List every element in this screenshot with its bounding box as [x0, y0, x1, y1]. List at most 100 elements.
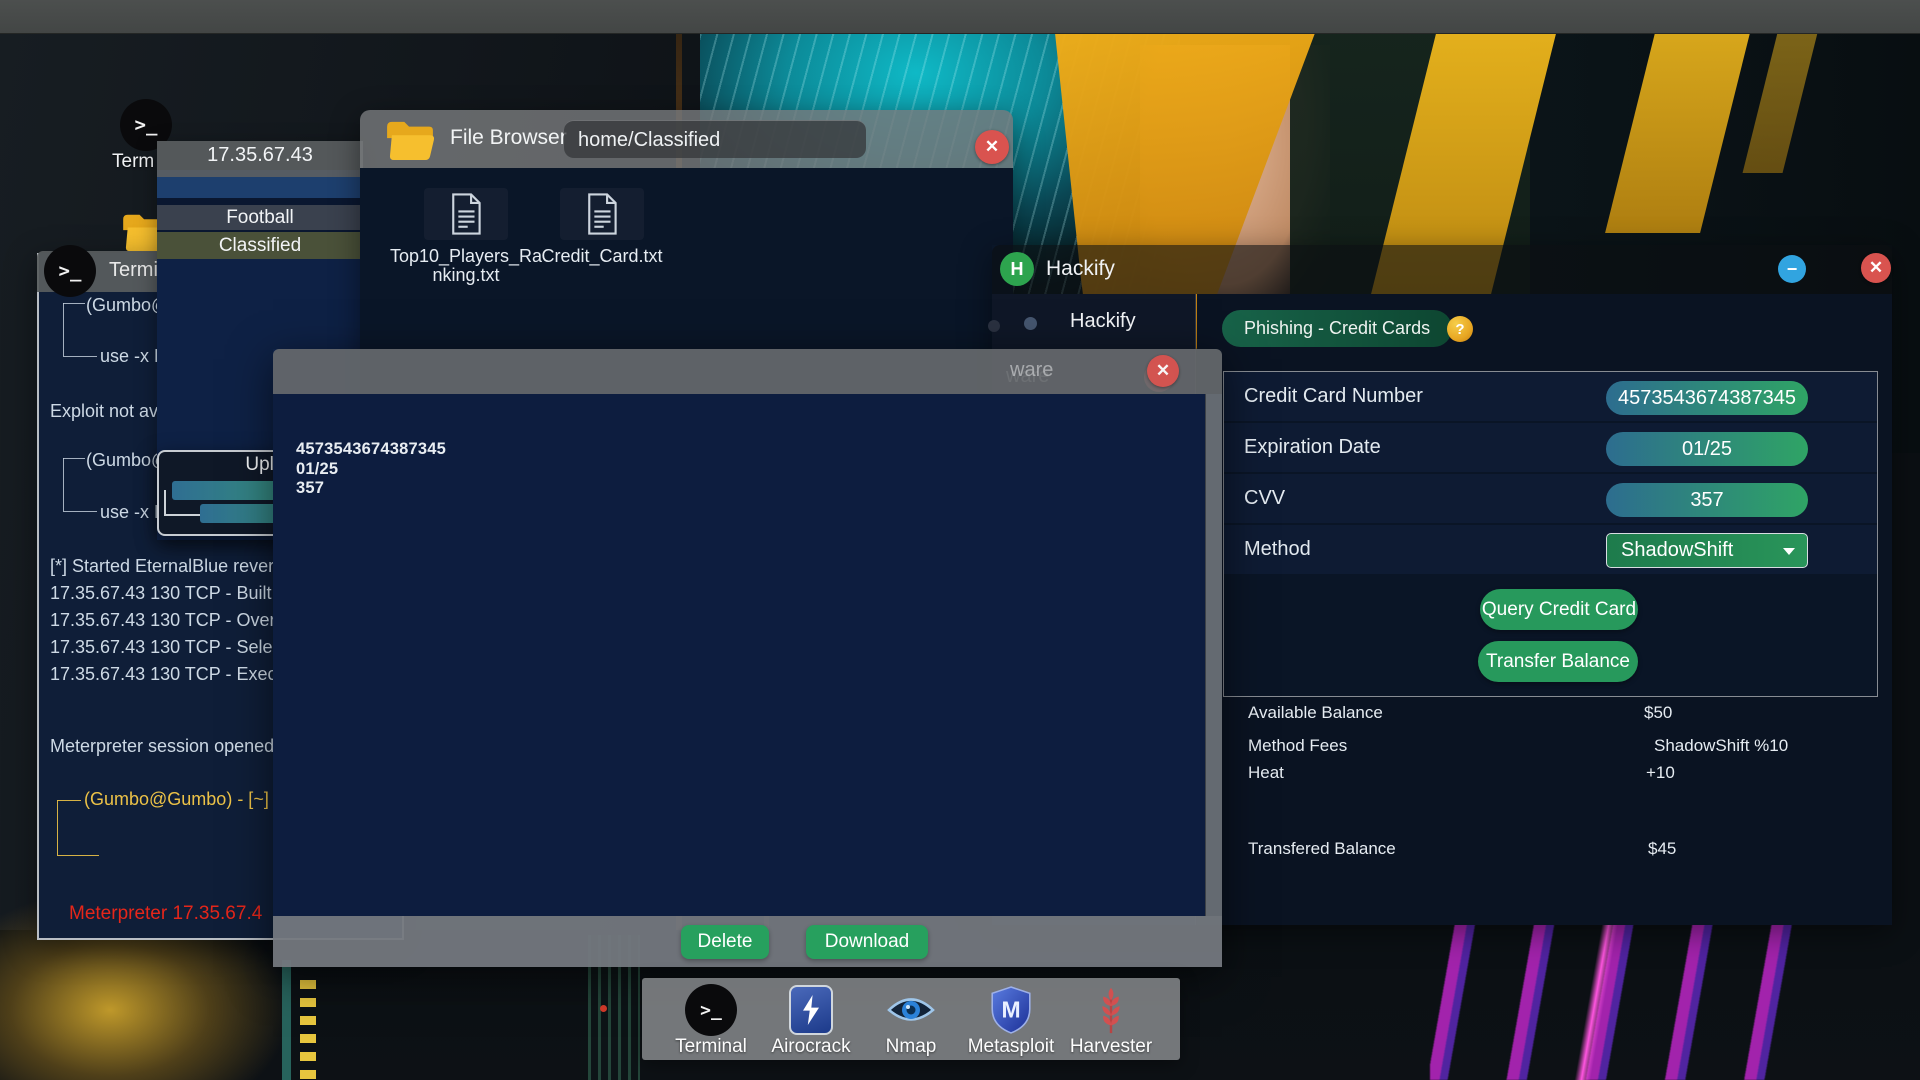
prompt-tree-line: [57, 800, 58, 855]
wallpaper-detail: [600, 1005, 607, 1012]
cvv-input[interactable]: 357: [1606, 483, 1808, 517]
nmap-eye-icon: [887, 998, 935, 1021]
remote-row-selected[interactable]: [157, 177, 363, 198]
taskbar-item-nmap[interactable]: Nmap: [861, 978, 961, 1060]
document-icon: [588, 193, 617, 235]
file-name-line: Credit_Card.txt: [541, 246, 663, 266]
path-input[interactable]: home/Classified: [564, 120, 866, 158]
svg-text:M: M: [1001, 996, 1020, 1022]
phishing-form-panel: Credit Card Number 4573543674387345 Expi…: [1223, 371, 1878, 697]
field-label: Credit Card Number: [1244, 385, 1423, 407]
document-icon: [452, 193, 481, 235]
info-value: +10: [1646, 763, 1675, 782]
sidebar-tab-hackify[interactable]: Hackify: [988, 300, 1196, 348]
terminal-output-line: Meterpreter session opened (: [50, 736, 286, 756]
app-letter: H: [1010, 258, 1024, 279]
wallpaper-detail: [300, 980, 316, 1080]
file-browser-title: File Browser: [450, 126, 567, 149]
top-menu-bar: [0, 0, 1920, 34]
background-window-title-fragment: ware: [1010, 359, 1054, 381]
file-name[interactable]: Credit_Card.txt: [524, 247, 680, 266]
expiration-input[interactable]: 01/25: [1606, 432, 1808, 466]
remote-folder-classified[interactable]: Classified: [157, 232, 363, 259]
prompt-tree-line: [63, 458, 85, 459]
terminal-icon: >_: [685, 984, 737, 1036]
terminal-output-line: 17.35.67.43 130 TCP - Execu: [50, 664, 287, 684]
terminal-glyph-icon: >_: [700, 999, 722, 1021]
method-dropdown[interactable]: ShadowShift: [1606, 533, 1808, 568]
taskbar-item-airocrack[interactable]: Airocrack: [761, 978, 861, 1060]
terminal-output-line: [*] Started EternalBlue revers: [50, 556, 284, 576]
panel-divider: [157, 198, 363, 205]
file-name-line: nking.txt: [432, 265, 500, 285]
section-pill-phishing: Phishing - Credit Cards: [1222, 310, 1453, 347]
taskbar-item-metasploit[interactable]: M Metasploit: [961, 978, 1061, 1060]
close-icon: ✕: [1868, 258, 1884, 277]
metasploit-shield-icon: M: [991, 986, 1031, 1034]
taskbar-label: Harvester: [1069, 1036, 1153, 1057]
field-label: CVV: [1244, 487, 1286, 509]
info-label: Heat: [1248, 763, 1284, 782]
close-button[interactable]: ✕: [975, 130, 1009, 164]
delete-button[interactable]: Delete: [681, 925, 769, 959]
taskbar-label: Airocrack: [771, 1036, 851, 1057]
transfer-balance-button[interactable]: Transfer Balance: [1478, 641, 1638, 682]
form-row-expiration: Expiration Date 01/25: [1224, 423, 1877, 472]
terminal-shortcut-label: Term: [112, 151, 155, 172]
prompt-tree-line: [57, 855, 99, 856]
file-viewer-window: ware ✕ 4573543674387345 01/25 357 Delete…: [273, 349, 1222, 967]
viewer-text-line: 4573543674387345: [296, 440, 447, 458]
prompt-tree-line: [63, 303, 85, 304]
terminal-glyph-icon: >_: [58, 260, 82, 282]
scrollbar[interactable]: [1205, 394, 1222, 916]
taskbar-label: Metasploit: [967, 1036, 1055, 1057]
file-item-top10[interactable]: [424, 188, 508, 240]
query-credit-card-button[interactable]: Query Credit Card: [1480, 589, 1638, 630]
field-label: Expiration Date: [1244, 436, 1381, 458]
close-button[interactable]: ✕: [1147, 355, 1179, 387]
close-button[interactable]: ✕: [1861, 253, 1891, 283]
form-row-method: Method ShadowShift: [1224, 525, 1877, 574]
info-value: $50: [1644, 703, 1673, 722]
hackify-titlebar[interactable]: H Hackify − ✕: [992, 245, 1892, 294]
prompt-tree-line: [63, 356, 97, 357]
hackify-window-title: Hackify: [1046, 257, 1115, 280]
panel-divider: [157, 170, 363, 177]
viewer-text-line: 357: [296, 479, 325, 497]
file-name-line: Top10_Players_Ra: [389, 246, 543, 266]
method-value: ShadowShift: [1621, 539, 1734, 561]
terminal-output-line: 17.35.67.43 130 TCP - Overv: [50, 610, 285, 630]
terminal-glyph-icon: >_: [134, 114, 158, 136]
info-label: Available Balance: [1248, 703, 1383, 722]
hackify-app-icon: H: [1000, 252, 1034, 286]
minimize-icon: −: [1786, 258, 1798, 279]
field-label: Method: [1244, 538, 1311, 560]
close-icon: ✕: [1155, 361, 1171, 380]
info-label: Transfered Balance: [1248, 839, 1396, 858]
file-name[interactable]: Top10_Players_Ra nking.txt: [388, 247, 544, 285]
help-icon: ?: [1455, 320, 1465, 338]
terminal-output-line: Exploit not ava: [50, 401, 169, 421]
sidebar-tab-label: Hackify: [1070, 310, 1136, 332]
taskbar-item-terminal[interactable]: >_ Terminal: [661, 978, 761, 1060]
form-row-card-number: Credit Card Number 4573543674387345: [1224, 372, 1877, 421]
file-viewer-content: 4573543674387345 01/25 357: [273, 394, 1205, 916]
desktop: >_ Term >_ Termi (Gumbo@ use -x E Exploi…: [0, 0, 1920, 1080]
download-button[interactable]: Download: [806, 925, 928, 959]
file-viewer-titlebar[interactable]: ware ✕: [273, 349, 1222, 394]
terminal-output-line: 17.35.67.43 130 TCP - Built: [50, 583, 272, 603]
terminal-prompt-user: (Gumbo@Gumbo) - [~]: [84, 789, 269, 809]
remote-folder-football[interactable]: Football: [157, 205, 363, 230]
prompt-tree-line: [63, 511, 97, 512]
taskbar-item-harvester[interactable]: Harvester: [1061, 978, 1161, 1060]
minimize-button[interactable]: −: [1778, 255, 1806, 283]
prompt-tree-line: [63, 303, 64, 356]
card-number-input[interactable]: 4573543674387345: [1606, 381, 1808, 415]
file-browser-titlebar[interactable]: File Browser home/Classified ✕: [360, 110, 1013, 168]
file-viewer-bottom-bar: Delete Download: [273, 916, 1222, 967]
form-row-cvv: CVV 357: [1224, 474, 1877, 523]
file-item-credit-card[interactable]: [560, 188, 644, 240]
tab-dot-icon: [988, 320, 1000, 332]
help-badge[interactable]: ?: [1447, 316, 1473, 342]
remote-host-title: 17.35.67.43: [157, 141, 363, 170]
